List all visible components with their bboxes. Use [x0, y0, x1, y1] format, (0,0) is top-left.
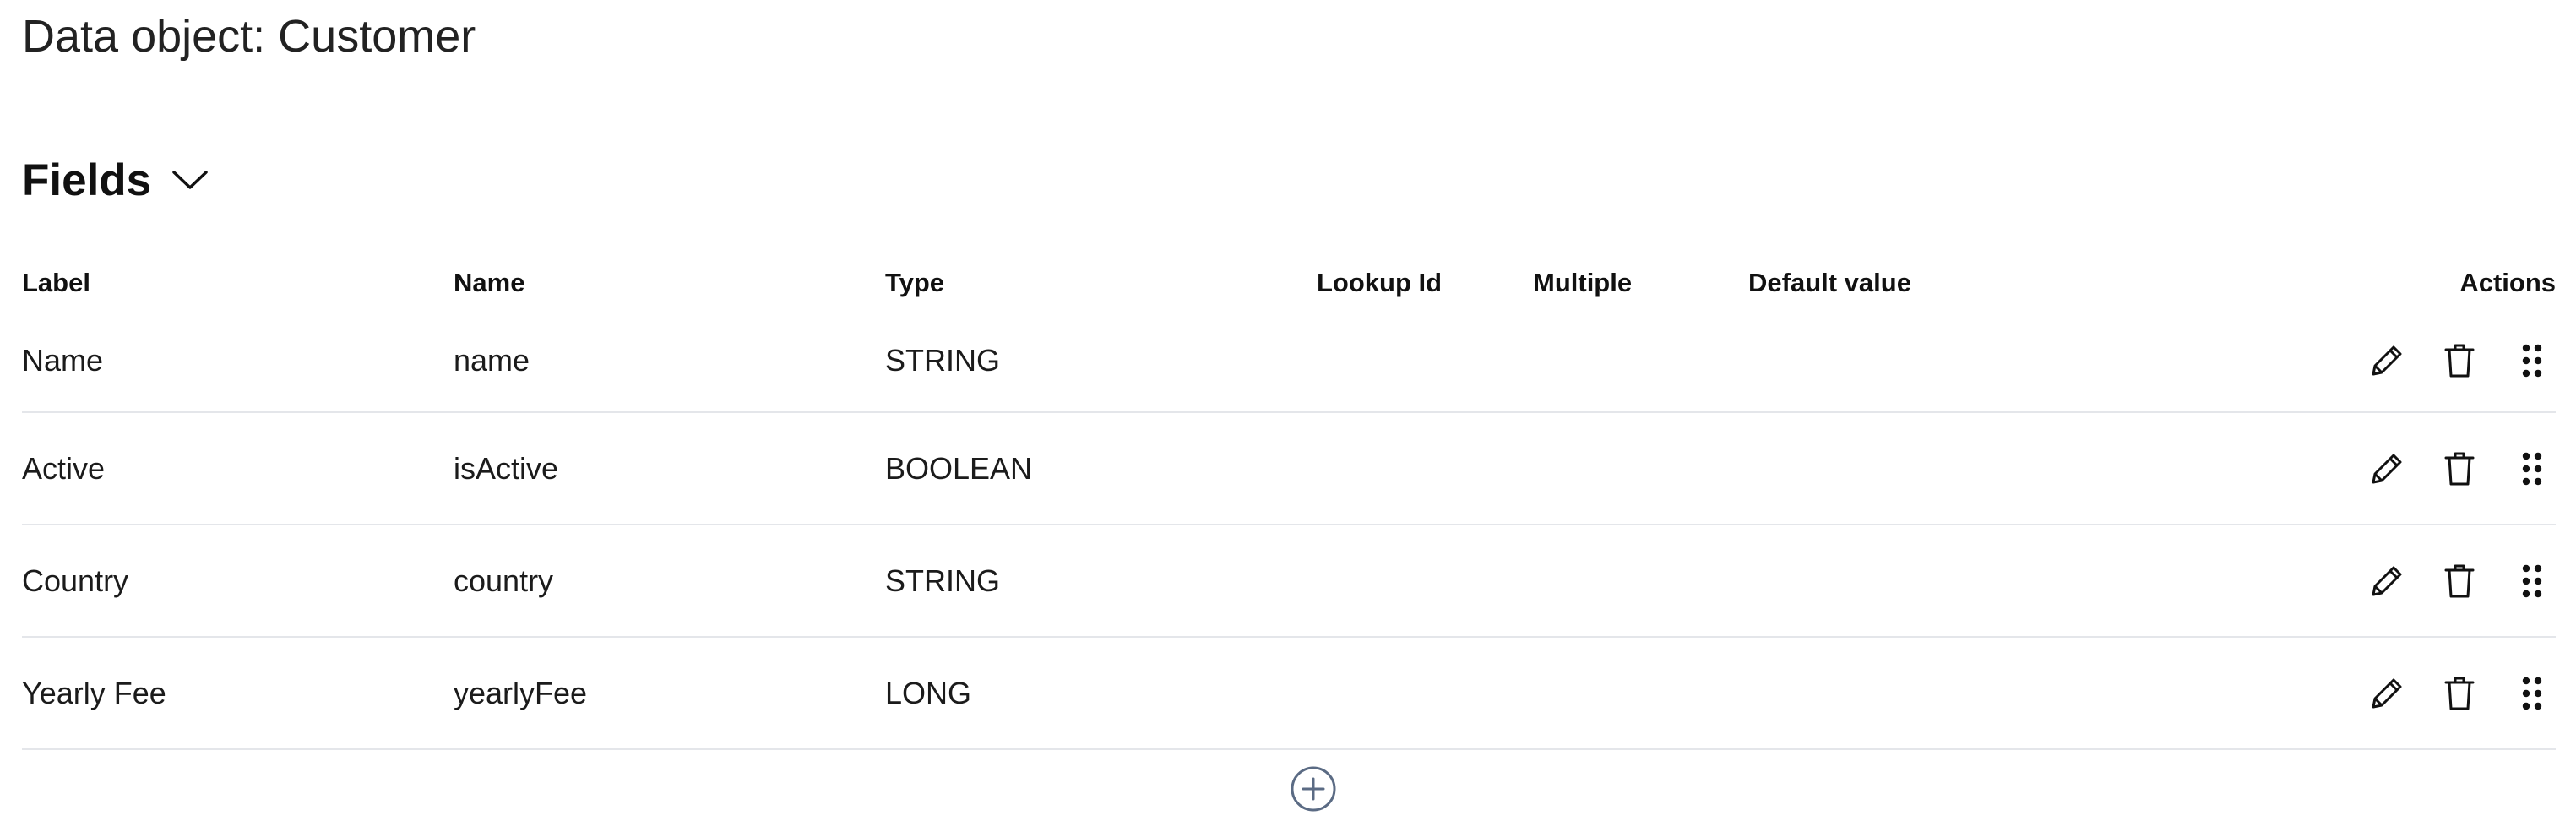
drag-handle-icon[interactable]	[2508, 557, 2556, 605]
cell-label: Name	[22, 343, 104, 378]
trash-icon[interactable]	[2436, 670, 2483, 717]
pencil-icon[interactable]	[2363, 670, 2410, 717]
header-multiple: Multiple	[1533, 268, 1633, 297]
drag-handle-icon[interactable]	[2508, 670, 2556, 717]
table-row: Yearly Fee yearlyFee LONG	[22, 638, 2556, 750]
fields-section-toggle[interactable]: Fields	[22, 150, 210, 209]
cell-type: STRING	[885, 563, 1001, 598]
table-row: Country country STRING	[22, 525, 2556, 638]
row-actions	[2338, 670, 2556, 717]
header-name: Name	[454, 268, 525, 297]
page-title: Data object: Customer	[22, 11, 476, 62]
cell-name: name	[454, 343, 530, 378]
table-header: Label Name Type Lookup Id Multiple Defau…	[22, 258, 2556, 310]
fields-table: Label Name Type Lookup Id Multiple Defau…	[22, 258, 2556, 750]
trash-icon[interactable]	[2436, 557, 2483, 605]
cell-name: country	[454, 563, 554, 598]
trash-icon[interactable]	[2436, 445, 2483, 492]
plus-circle-icon	[1291, 766, 1336, 812]
row-actions	[2338, 337, 2556, 384]
drag-handle-icon[interactable]	[2508, 337, 2556, 384]
table-row: Active isActive BOOLEAN	[22, 413, 2556, 525]
table-row: Name name STRING	[22, 310, 2556, 413]
row-actions	[2338, 557, 2556, 605]
cell-label: Active	[22, 450, 106, 486]
pencil-icon[interactable]	[2363, 557, 2410, 605]
chevron-down-icon	[170, 165, 210, 195]
section-title: Fields	[22, 155, 152, 205]
cell-label: Country	[22, 563, 129, 598]
header-lookup-id: Lookup Id	[1317, 268, 1443, 297]
pencil-icon[interactable]	[2363, 445, 2410, 492]
cell-type: STRING	[885, 343, 1001, 378]
cell-type: BOOLEAN	[885, 450, 1033, 486]
header-default-value: Default value	[1748, 268, 1911, 297]
cell-name: yearlyFee	[454, 675, 588, 710]
header-type: Type	[885, 268, 945, 297]
cell-label: Yearly Fee	[22, 675, 166, 710]
table-body: Name name STRING Active isActive BOOLEAN…	[22, 310, 2556, 750]
drag-handle-icon[interactable]	[2508, 445, 2556, 492]
add-field-button[interactable]	[1289, 764, 1338, 813]
row-actions	[2338, 445, 2556, 492]
trash-icon[interactable]	[2436, 337, 2483, 384]
cell-name: isActive	[454, 450, 559, 486]
header-actions: Actions	[2459, 268, 2556, 297]
header-label: Label	[22, 268, 90, 297]
cell-type: LONG	[885, 675, 972, 710]
pencil-icon[interactable]	[2363, 337, 2410, 384]
